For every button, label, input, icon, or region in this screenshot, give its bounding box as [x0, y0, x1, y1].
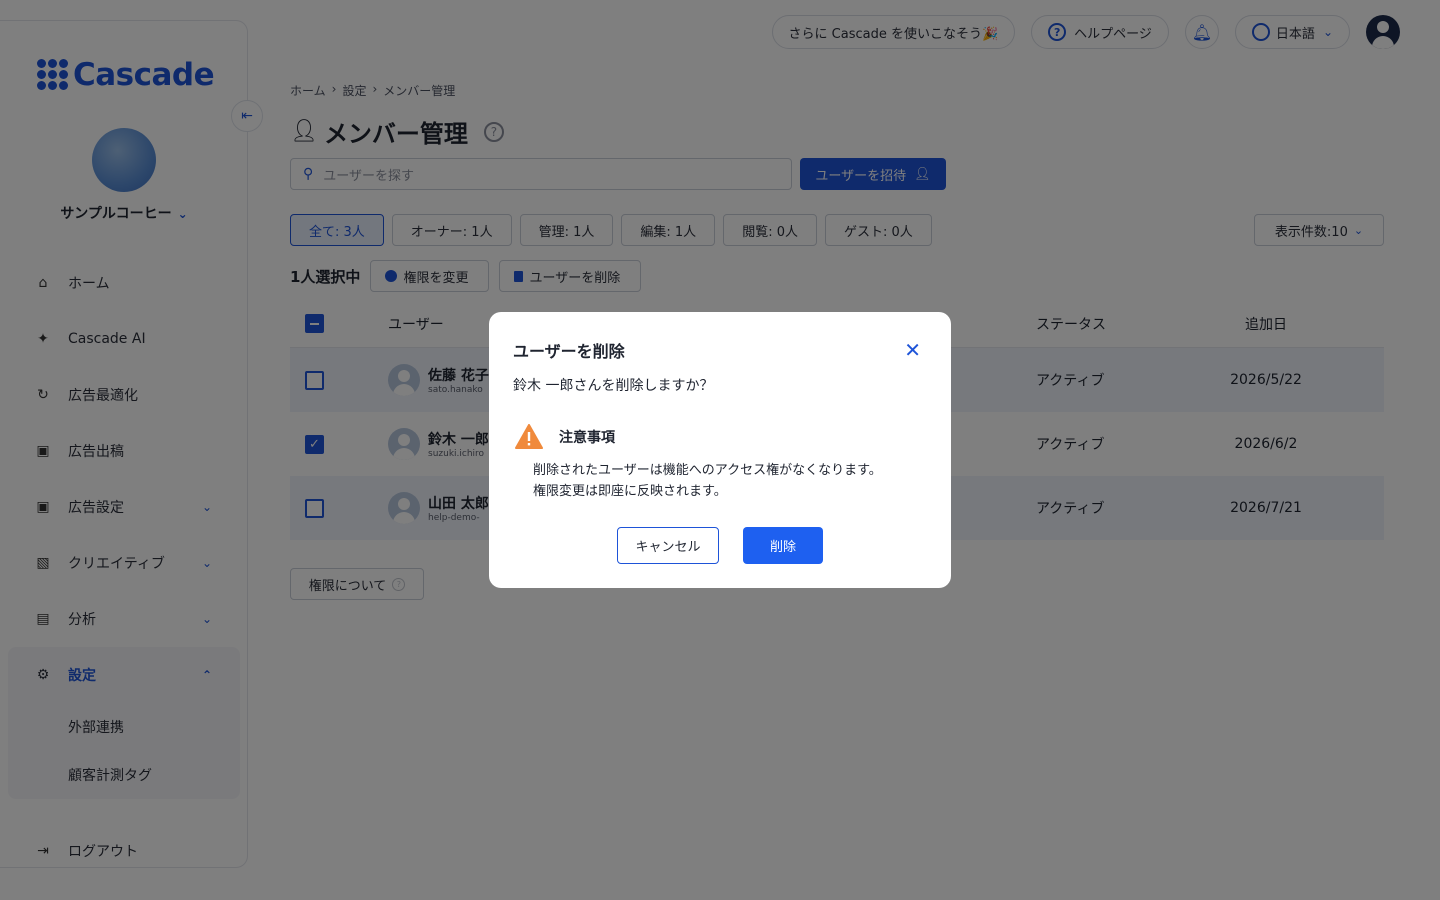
warning-title: 注意事項: [559, 429, 615, 446]
dialog-message: 鈴木 一郎さんを削除しますか？: [513, 378, 714, 394]
close-icon[interactable]: ✕: [904, 340, 921, 360]
warning-icon: [515, 424, 543, 449]
delete-user-dialog: ユーザーを削除 ✕ 鈴木 一郎さんを削除しますか？ 注意事項 削除されたユーザー…: [489, 312, 951, 588]
dialog-title: ユーザーを削除: [513, 342, 625, 361]
cancel-button[interactable]: キャンセル: [617, 527, 719, 564]
warning-line: 権限変更は即座に反映されます。: [533, 484, 727, 499]
warning-line: 削除されたユーザーは機能へのアクセス権がなくなります。: [533, 463, 882, 478]
warning-body: 削除されたユーザーは機能へのアクセス権がなくなります。 権限変更は即座に反映され…: [533, 460, 882, 502]
warning-header: 注意事項: [515, 424, 615, 449]
confirm-delete-button[interactable]: 削除: [743, 527, 823, 564]
